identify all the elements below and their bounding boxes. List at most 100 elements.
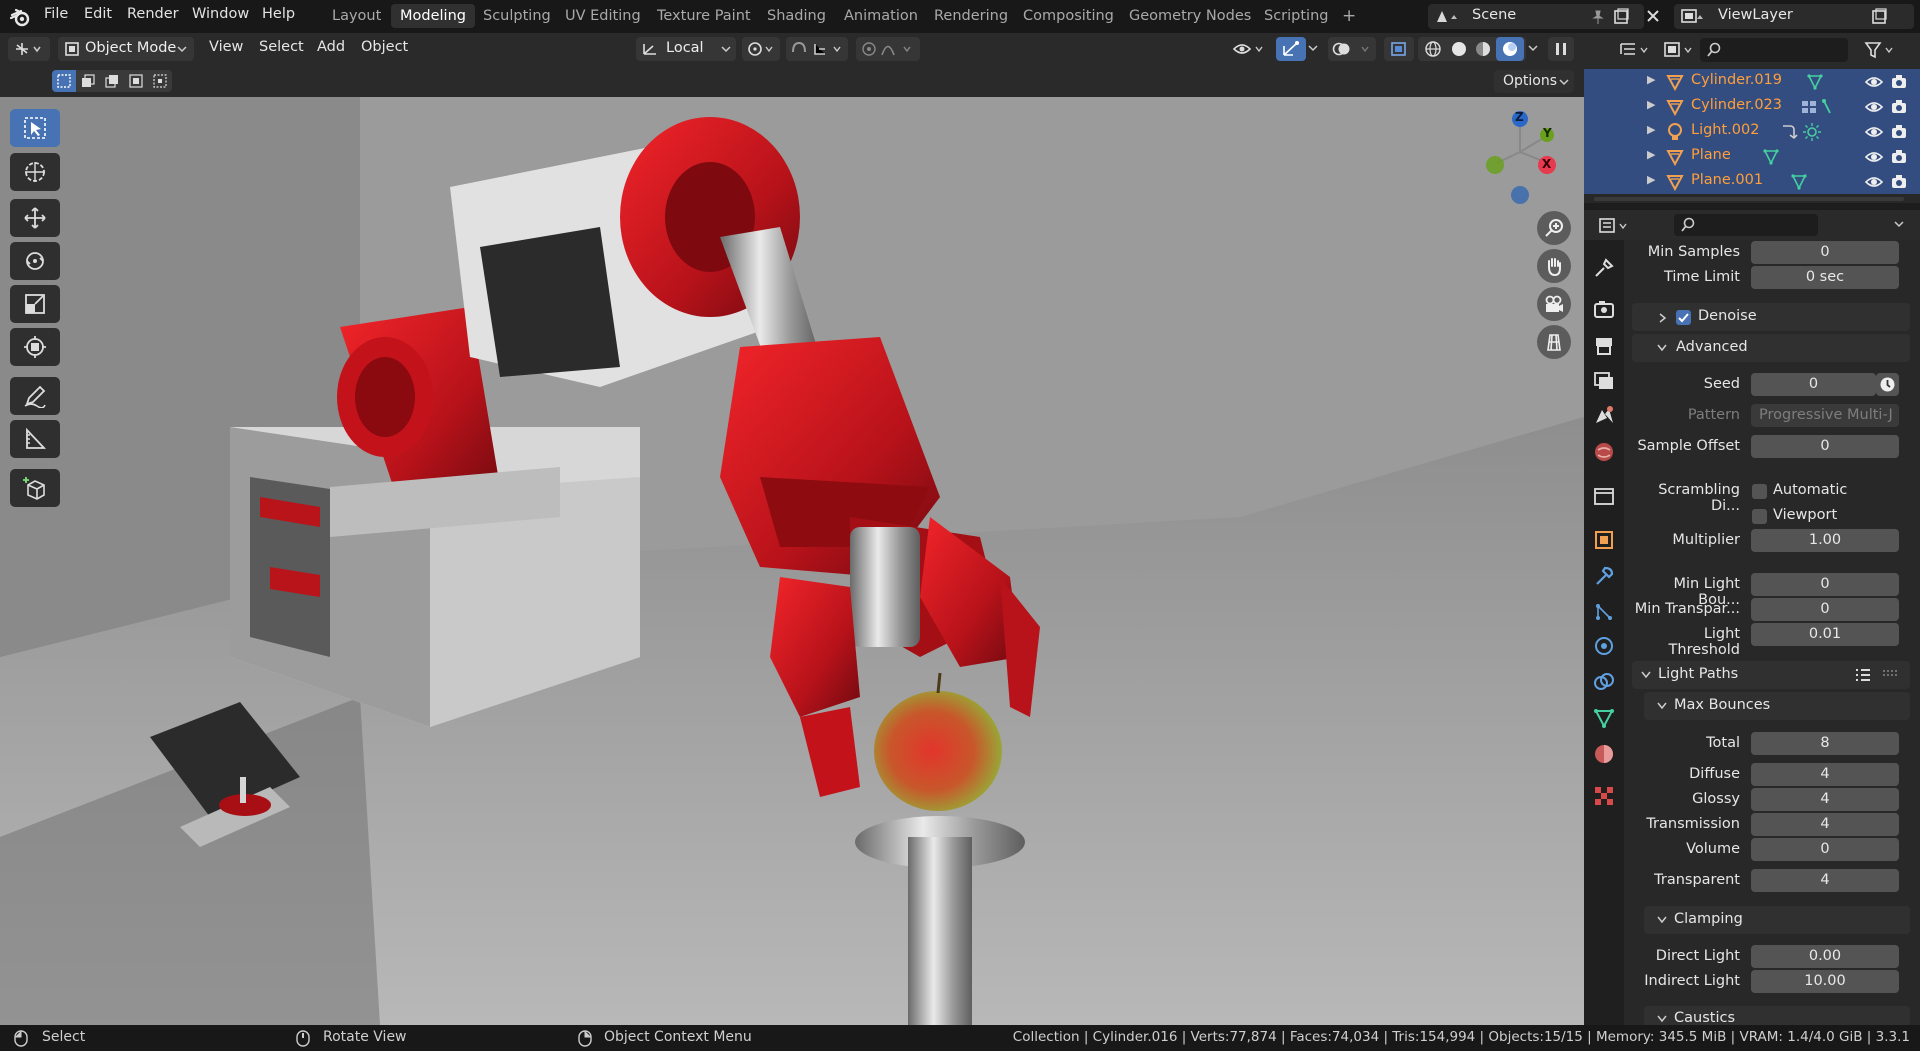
menu-help[interactable]: Help (262, 6, 295, 22)
blender-logo-icon[interactable] (10, 7, 32, 27)
pan-button[interactable] (1537, 249, 1571, 283)
constraints-tab-icon[interactable] (1590, 668, 1618, 696)
chevron-down-icon[interactable] (1892, 219, 1906, 231)
properties-search-input[interactable] (1674, 214, 1818, 236)
tab-compositing[interactable]: Compositing (1014, 4, 1123, 28)
render-camera-icon[interactable] (1890, 123, 1908, 141)
tab-scripting[interactable]: Scripting (1255, 4, 1337, 28)
menu-file[interactable]: File (44, 6, 68, 22)
menu-select[interactable]: Select (259, 39, 304, 55)
zoom-button[interactable] (1537, 211, 1571, 245)
tool-settings-tab-icon[interactable] (1590, 254, 1618, 282)
eye-icon[interactable] (1864, 123, 1884, 141)
expand-arrow-icon[interactable]: ▶ (1647, 123, 1655, 136)
light-paths-panel-header[interactable]: Light Paths (1632, 661, 1910, 689)
advanced-panel-header[interactable]: Advanced (1632, 334, 1910, 362)
diffuse-bounces-field[interactable]: 4 (1751, 763, 1899, 786)
proportional-edit-button[interactable] (856, 37, 920, 61)
total-bounces-field[interactable]: 8 (1751, 732, 1899, 755)
chevron-down-icon[interactable] (1526, 43, 1540, 55)
expand-arrow-icon[interactable]: ▶ (1647, 148, 1655, 161)
scene-tab-icon[interactable] (1590, 402, 1618, 430)
min-transparent-field[interactable]: 0 (1751, 598, 1899, 621)
tab-uv-editing[interactable]: UV Editing (556, 4, 650, 28)
tool-scale[interactable] (10, 285, 60, 323)
mode-selector[interactable]: Object Mode (58, 37, 194, 61)
data-tab-icon[interactable] (1590, 704, 1618, 732)
seed-field[interactable]: 0 (1751, 373, 1876, 396)
expand-arrow-icon[interactable]: ▶ (1647, 173, 1655, 186)
expand-arrow-icon[interactable]: ▶ (1647, 98, 1655, 111)
tab-sculpting[interactable]: Sculpting (474, 4, 560, 28)
denoise-panel-header[interactable]: Denoise (1632, 303, 1910, 331)
menu-edit[interactable]: Edit (84, 6, 112, 22)
material-shading-icon[interactable] (1474, 40, 1492, 58)
transmission-bounces-field[interactable]: 4 (1751, 813, 1899, 836)
outliner-row[interactable]: ▶ Cylinder.019 (1584, 69, 1920, 94)
scrambling-viewport-checkbox[interactable] (1752, 509, 1767, 524)
drag-handle-icon[interactable] (1882, 669, 1898, 679)
outliner-editor-icon[interactable] (1618, 40, 1652, 60)
gizmo-toggle-button[interactable] (1276, 37, 1306, 61)
properties-editor-icon[interactable] (1598, 216, 1632, 236)
object-tab-icon[interactable] (1590, 526, 1618, 554)
texture-tab-icon[interactable] (1590, 782, 1618, 810)
pivot-point-button[interactable] (742, 37, 780, 61)
select-intersect-button[interactable] (148, 70, 172, 92)
pattern-dropdown[interactable]: Progressive Multi-J (1751, 404, 1899, 427)
filter-icon[interactable] (1864, 40, 1898, 60)
render-tab-icon[interactable] (1590, 296, 1618, 324)
select-new-button[interactable] (52, 70, 76, 92)
seed-animate-button[interactable] (1876, 373, 1899, 396)
direct-light-field[interactable]: 0.00 (1751, 945, 1899, 968)
close-scene-icon[interactable] (1644, 6, 1662, 26)
eye-icon[interactable] (1864, 98, 1884, 116)
tool-add-cube[interactable] (10, 469, 60, 507)
add-workspace-button[interactable]: + (1333, 4, 1365, 28)
3d-viewport[interactable]: Z Y X (0, 97, 1584, 1025)
presets-list-icon[interactable] (1854, 667, 1872, 683)
camera-view-button[interactable] (1537, 287, 1571, 321)
tool-measure[interactable] (10, 420, 60, 458)
volume-bounces-field[interactable]: 0 (1751, 838, 1899, 861)
viewlayer-selector[interactable]: ViewLayer (1674, 4, 1914, 29)
output-tab-icon[interactable] (1590, 332, 1618, 360)
visibility-icon[interactable] (1232, 39, 1266, 59)
modifier-tab-icon[interactable] (1590, 562, 1618, 590)
menu-object[interactable]: Object (361, 39, 408, 55)
view-layer-tab-icon[interactable] (1590, 366, 1618, 394)
tab-modeling[interactable]: Modeling (391, 4, 475, 28)
menu-add[interactable]: Add (317, 39, 345, 55)
outliner-row[interactable]: ▶ Light.002 (1584, 119, 1920, 144)
tool-select-box[interactable] (10, 109, 60, 147)
tab-geometry-nodes[interactable]: Geometry Nodes (1120, 4, 1260, 28)
snap-button[interactable] (786, 37, 848, 61)
light-threshold-field[interactable]: 0.01 (1751, 623, 1899, 646)
min-samples-field[interactable]: 0 (1751, 241, 1899, 264)
select-invert-button[interactable] (124, 70, 148, 92)
render-camera-icon[interactable] (1890, 73, 1908, 91)
clamping-panel-header[interactable]: Clamping (1644, 906, 1910, 934)
eye-icon[interactable] (1864, 148, 1884, 166)
tab-layout[interactable]: Layout (323, 4, 390, 28)
caustics-panel-header[interactable]: Caustics (1644, 1006, 1910, 1025)
tool-transform[interactable] (10, 328, 60, 366)
min-light-bounces-field[interactable]: 0 (1751, 573, 1899, 596)
scene-selector[interactable]: Scene (1428, 4, 1644, 29)
tab-animation[interactable]: Animation (835, 4, 927, 28)
indirect-light-field[interactable]: 10.00 (1751, 970, 1899, 993)
editor-type-button[interactable] (8, 37, 50, 61)
render-camera-icon[interactable] (1890, 148, 1908, 166)
render-camera-icon[interactable] (1890, 173, 1908, 191)
particles-tab-icon[interactable] (1590, 598, 1618, 626)
outliner-row[interactable]: ▶ Plane.001 (1584, 169, 1920, 194)
overlays-button[interactable] (1328, 37, 1376, 61)
max-bounces-panel-header[interactable]: Max Bounces (1644, 692, 1910, 720)
outliner-scrollbar[interactable] (1594, 197, 1904, 201)
xray-button[interactable] (1384, 37, 1414, 61)
tool-move[interactable] (10, 199, 60, 237)
physics-tab-icon[interactable] (1590, 632, 1618, 660)
time-limit-field[interactable]: 0 sec (1751, 266, 1899, 289)
eye-icon[interactable] (1864, 173, 1884, 191)
tool-rotate[interactable] (10, 242, 60, 280)
